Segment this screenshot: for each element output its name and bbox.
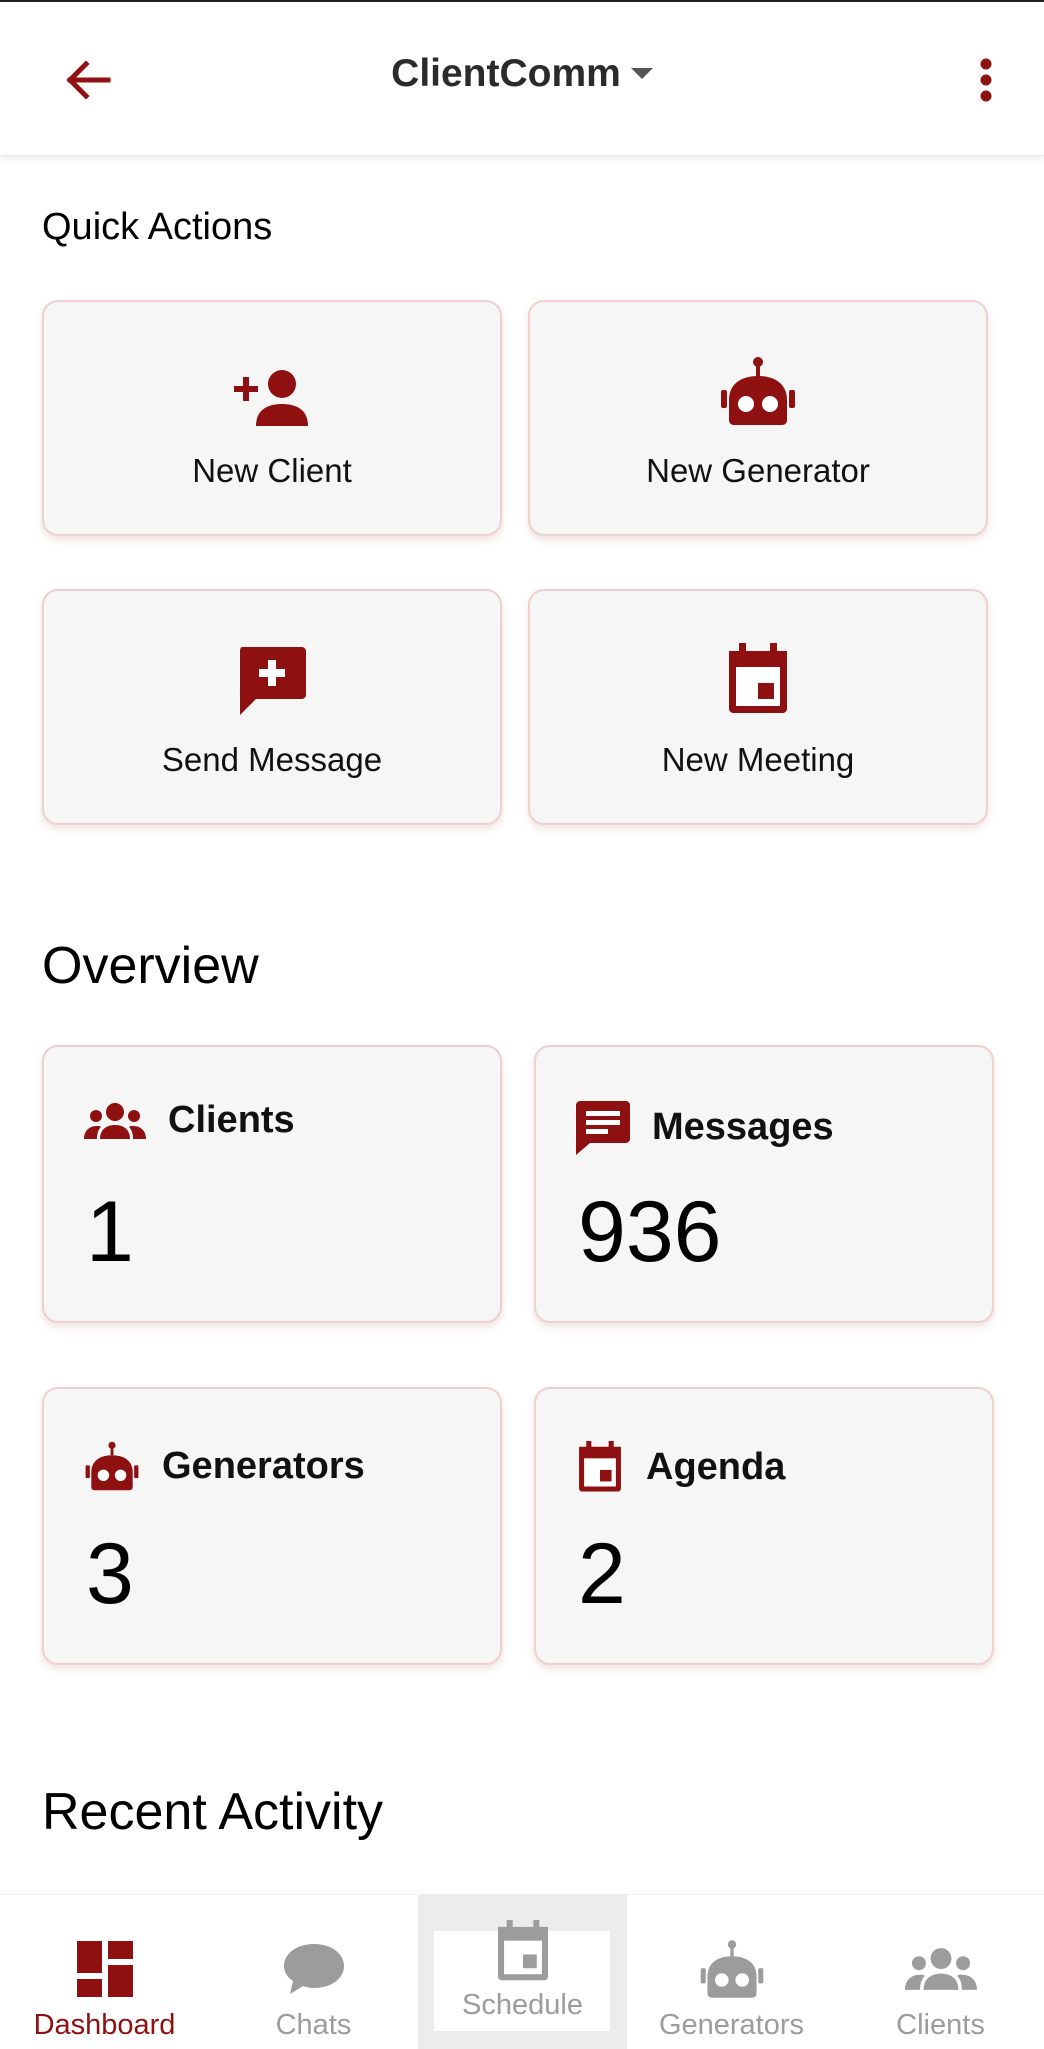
stat-value-generators: 3 [86, 1526, 134, 1622]
dashboard-icon [76, 1941, 133, 1997]
robot-icon [721, 357, 795, 425]
stat-value-messages: 936 [578, 1184, 722, 1280]
robot-icon [700, 1940, 763, 1998]
stat-label-messages: Messages [652, 1105, 834, 1148]
stat-card-messages[interactable]: Messages 936 [534, 1045, 994, 1323]
stat-card-generators[interactable]: Generators 3 [42, 1387, 502, 1665]
nav-dashboard[interactable]: Dashboard [0, 1895, 209, 2049]
recent-activity-title: Recent Activity [42, 1783, 384, 1841]
group-icon [904, 1948, 977, 1990]
new-generator-label: New Generator [646, 452, 870, 489]
nav-clients[interactable]: Clients [836, 1895, 1044, 2049]
stat-card-clients[interactable]: Clients 1 [42, 1045, 502, 1323]
stat-label-generators: Generators [162, 1444, 365, 1487]
dropdown-arrow-icon [630, 68, 653, 79]
overview-title: Overview [42, 937, 259, 995]
stat-value-agenda: 2 [578, 1526, 626, 1622]
new-client-label: New Client [192, 452, 352, 489]
send-message-button[interactable]: Send Message [42, 589, 502, 825]
bottom-navigation: Dashboard Chats Schedule Generators Clie… [0, 1894, 1044, 2049]
event-icon [729, 643, 787, 713]
stat-value-clients: 1 [86, 1184, 134, 1280]
nav-label-generators: Generators [658, 2009, 805, 2041]
app-title-dropdown[interactable]: ClientComm [0, 52, 1044, 96]
nav-label-schedule: Schedule [462, 1989, 583, 2021]
new-client-button[interactable]: New Client [42, 300, 502, 536]
stat-label-agenda: Agenda [646, 1445, 786, 1488]
more-options-button[interactable] [966, 52, 1006, 108]
app-bar: ClientComm [0, 0, 1044, 156]
chat-bubble-icon [283, 1944, 344, 1994]
nav-label-clients: Clients [896, 2009, 985, 2041]
new-meeting-button[interactable]: New Meeting [528, 589, 988, 825]
event-icon [579, 1441, 621, 1492]
new-generator-button[interactable]: New Generator [528, 300, 988, 536]
robot-icon [85, 1441, 139, 1491]
nav-chats[interactable]: Chats [209, 1895, 418, 2049]
nav-generators[interactable]: Generators [627, 1895, 836, 2049]
stat-label-clients: Clients [168, 1099, 295, 1141]
nav-schedule[interactable]: Schedule [418, 1895, 627, 2049]
add-comment-icon [240, 647, 306, 715]
nav-label-dashboard: Dashboard [33, 2009, 176, 2041]
group-icon [84, 1102, 146, 1139]
event-icon [497, 1920, 548, 1981]
app-title: ClientComm [391, 52, 621, 95]
chat-icon [576, 1101, 630, 1155]
quick-actions-title: Quick Actions [42, 206, 273, 248]
new-meeting-label: New Meeting [661, 741, 855, 778]
nav-label-chats: Chats [275, 2009, 352, 2041]
send-message-label: Send Message [161, 741, 383, 778]
person-add-icon [234, 370, 308, 426]
stat-card-agenda[interactable]: Agenda 2 [534, 1387, 994, 1665]
more-vert-icon [980, 58, 992, 102]
